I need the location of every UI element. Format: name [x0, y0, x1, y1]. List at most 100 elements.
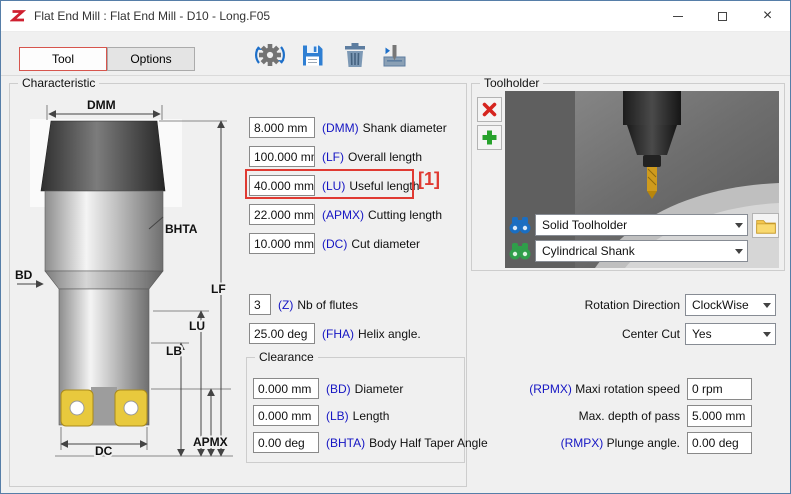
tool-library-icon	[381, 42, 408, 69]
field-label: Overall length	[348, 150, 422, 164]
minimize-icon	[673, 16, 683, 17]
field-shank-diameter: 8.000 mm (DMM) Shank diameter	[249, 117, 447, 138]
tool-editor-window: Flat End Mill : Flat End Mill - D10 - Lo…	[0, 0, 791, 494]
nb-flutes-input[interactable]: 3	[249, 294, 271, 315]
field-code: (BD)	[326, 382, 351, 396]
plunge-angle-input[interactable]: 0.00 deg	[687, 432, 752, 454]
holder-search-button[interactable]	[508, 215, 532, 235]
field-label: Length	[353, 409, 390, 423]
gear-arrows-icon	[255, 40, 285, 70]
chevron-down-icon	[763, 332, 771, 337]
annotation-marker: [1]	[418, 169, 440, 190]
center-cut-label: Center Cut	[622, 323, 680, 345]
shank-select[interactable]: Cylindrical Shank	[535, 240, 748, 262]
close-button[interactable]: ×	[745, 1, 790, 31]
rpmx-code: (RPMX)	[529, 382, 572, 396]
browse-toolholder-button[interactable]	[752, 213, 779, 238]
binoculars-blue-icon	[508, 216, 532, 234]
red-x-icon	[481, 101, 498, 118]
green-plus-icon	[481, 129, 498, 146]
field-nb-flutes: 3 (Z) Nb of flutes	[249, 294, 358, 315]
app-logo-icon	[10, 8, 26, 24]
titlebar: Flat End Mill : Flat End Mill - D10 - Lo…	[1, 1, 790, 32]
rpmx-text: Maxi rotation speed	[575, 382, 680, 396]
rotation-direction-label: Rotation Direction	[585, 294, 680, 316]
cutting-length-input[interactable]: 22.000 mm	[249, 204, 315, 225]
annotation-highlight-box	[245, 169, 414, 199]
field-label: Cutting length	[368, 208, 442, 222]
field-label: Cut diameter	[351, 237, 420, 251]
field-body-half-taper-angle: 0.00 deg (BHTA) Body Half Taper Angle	[253, 432, 488, 453]
field-cutting-length: 22.000 mm (APMX) Cutting length	[249, 204, 442, 225]
dim-label-dc: DC	[95, 444, 113, 458]
rotation-direction-select[interactable]: ClockWise	[685, 294, 776, 316]
tool-shank-top	[41, 121, 165, 191]
maxi-rotation-speed-input[interactable]: 0 rpm	[687, 378, 752, 400]
dim-label-lb: LB	[166, 344, 182, 358]
clearance-group-title: Clearance	[255, 350, 318, 364]
depth-of-pass-input[interactable]: 5.000 mm	[687, 405, 752, 427]
depth-of-pass-label: Max. depth of pass	[579, 405, 680, 427]
rpmx-label: (RPMX) Maxi rotation speed	[529, 378, 680, 400]
field-label: Body Half Taper Angle	[369, 436, 488, 450]
field-code: (LF)	[322, 150, 344, 164]
shank-select-value: Cylindrical Shank	[542, 244, 731, 258]
field-clearance-length: 0.000 mm (LB) Length	[253, 405, 389, 426]
delete-button[interactable]	[338, 38, 372, 72]
field-overall-length: 100.000 mm (LF) Overall length	[249, 146, 422, 167]
tool-settings-button[interactable]	[253, 38, 287, 72]
trash-icon	[342, 41, 368, 69]
window-controls: ×	[655, 1, 790, 31]
field-code: (BHTA)	[326, 436, 365, 450]
center-cut-select[interactable]: Yes	[685, 323, 776, 345]
toolbar: Tool Options	[1, 33, 790, 76]
maximize-button[interactable]	[700, 1, 745, 31]
cut-diameter-input[interactable]: 10.000 mm	[249, 233, 315, 254]
chevron-down-icon	[735, 249, 743, 254]
helix-angle-input[interactable]: 25.00 deg	[249, 323, 315, 344]
tab-tool[interactable]: Tool	[19, 47, 107, 71]
overall-length-input[interactable]: 100.000 mm	[249, 146, 315, 167]
toolholder-select[interactable]: Solid Toolholder	[535, 214, 748, 236]
field-code: (LB)	[326, 409, 349, 423]
center-cut-value: Yes	[692, 327, 759, 341]
field-code: (APMX)	[322, 208, 364, 222]
plunge-angle-label: (RMPX) Plunge angle.	[561, 432, 680, 454]
shank-diameter-input[interactable]: 8.000 mm	[249, 117, 315, 138]
window-title: Flat End Mill : Flat End Mill - D10 - Lo…	[34, 9, 270, 23]
chevron-down-icon	[763, 303, 771, 308]
tool-body-upper	[45, 191, 163, 271]
field-label: Helix angle.	[358, 327, 421, 341]
remove-toolholder-button[interactable]	[477, 97, 502, 122]
rmpx-code: (RMPX)	[561, 436, 604, 450]
minimize-button[interactable]	[655, 1, 700, 31]
add-toolholder-button[interactable]	[477, 125, 502, 150]
dim-label-apmx: APMX	[193, 435, 228, 449]
field-code: (DMM)	[322, 121, 359, 135]
toolholder-group-title: Toolholder	[480, 76, 543, 90]
save-button[interactable]	[295, 38, 329, 72]
clearance-diameter-input[interactable]: 0.000 mm	[253, 378, 319, 399]
tab-options[interactable]: Options	[107, 47, 195, 71]
dim-label-lu: LU	[189, 319, 205, 333]
dim-label-bd: BD	[15, 268, 33, 282]
tool-diagram: DMM BHTA BD LF LU LB DC APMX	[15, 93, 245, 485]
field-cut-diameter: 10.000 mm (DC) Cut diameter	[249, 233, 420, 254]
folder-icon	[755, 217, 777, 235]
field-code: (FHA)	[322, 327, 354, 341]
binoculars-green-icon	[508, 242, 532, 260]
chevron-down-icon	[735, 223, 743, 228]
tool-library-button[interactable]	[377, 38, 411, 72]
field-code: (DC)	[322, 237, 347, 251]
field-label: Nb of flutes	[297, 298, 358, 312]
characteristic-group-title: Characteristic	[18, 76, 99, 90]
save-floppy-icon	[299, 42, 326, 69]
shank-search-button[interactable]	[508, 241, 532, 261]
body-half-taper-angle-input[interactable]: 0.00 deg	[253, 432, 319, 453]
dim-label-dmm: DMM	[87, 98, 116, 112]
rotation-direction-value: ClockWise	[692, 298, 759, 312]
dim-label-bhta: BHTA	[165, 222, 198, 236]
rmpx-text: Plunge angle.	[607, 436, 680, 450]
maximize-icon	[718, 12, 727, 21]
clearance-length-input[interactable]: 0.000 mm	[253, 405, 319, 426]
